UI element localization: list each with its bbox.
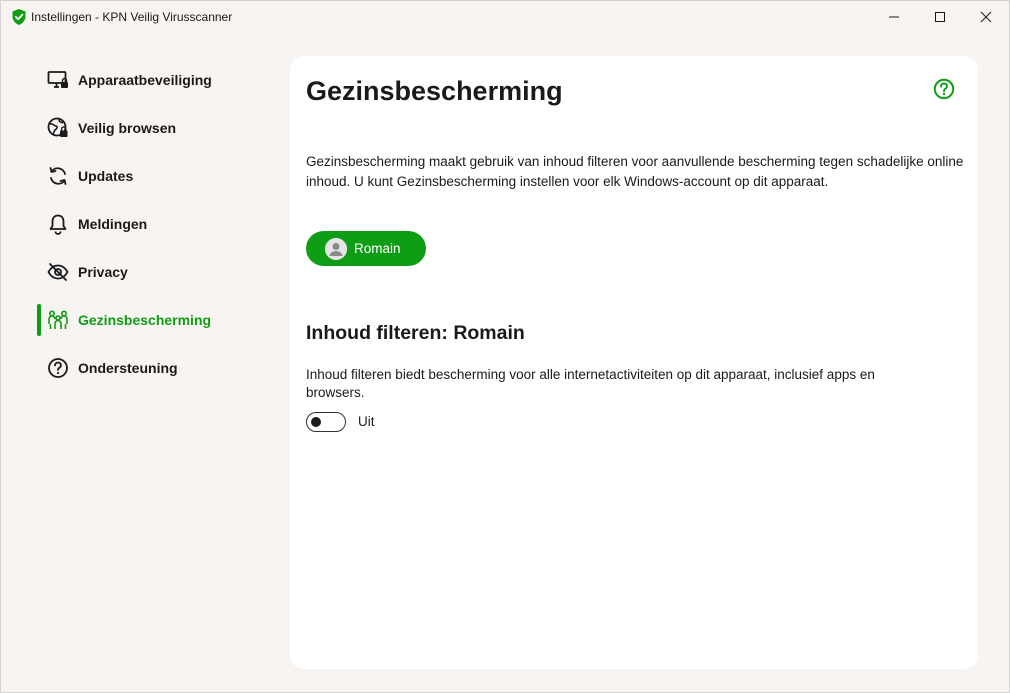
sidebar-item-label: Updates (78, 168, 134, 184)
family-icon (47, 309, 69, 331)
sidebar-item-meldingen[interactable]: Meldingen (37, 200, 277, 248)
maximize-button[interactable] (917, 1, 963, 33)
user-name: Romain (354, 241, 401, 256)
user-avatar-icon (325, 237, 347, 260)
globe-lock-icon (47, 117, 69, 139)
eye-off-icon (47, 261, 69, 283)
question-icon (47, 357, 69, 379)
monitor-lock-icon (47, 69, 69, 91)
shield-check-icon (11, 8, 27, 26)
maximize-icon (935, 12, 945, 22)
sidebar-nav: Apparaatbeveiliging Veilig browsen Updat… (37, 56, 277, 392)
minimize-icon (889, 16, 899, 18)
page-title: Gezinsbescherming (306, 76, 563, 106)
sidebar-item-label: Apparaatbeveiliging (78, 72, 212, 88)
section-title: Inhoud filteren: Romain (306, 322, 525, 344)
title-bar: Instellingen - KPN Veilig Virusscanner (1, 1, 1009, 33)
sidebar-item-ondersteuning[interactable]: Ondersteuning (37, 344, 277, 392)
bell-icon (47, 213, 69, 235)
content-card: Gezinsbescherming Gezinsbescherming maak… (290, 56, 978, 669)
intro-text: Gezinsbescherming maakt gebruik van inho… (306, 154, 964, 189)
sidebar-item-veilig-browsen[interactable]: Veilig browsen (37, 104, 277, 152)
sidebar-item-label: Gezinsbescherming (78, 312, 212, 328)
sidebar-item-label: Ondersteuning (78, 360, 178, 376)
window-title: Instellingen - KPN Veilig Virusscanner (31, 10, 233, 24)
app-window: Instellingen - KPN Veilig Virusscanner A… (0, 0, 1010, 693)
close-icon (980, 11, 992, 23)
toggle-state-label: Uit (358, 414, 375, 429)
close-button[interactable] (963, 1, 1009, 33)
refresh-icon (47, 165, 69, 187)
sidebar-item-apparaatbeveiliging[interactable]: Apparaatbeveiliging (37, 56, 277, 104)
user-account-button[interactable]: Romain (306, 231, 426, 266)
sidebar-item-privacy[interactable]: Privacy (37, 248, 277, 296)
sidebar-item-label: Veilig browsen (78, 120, 177, 136)
section-description: Inhoud filteren biedt bescherming voor a… (306, 367, 875, 400)
sidebar-item-label: Meldingen (78, 216, 148, 232)
sidebar-item-gezinsbescherming[interactable]: Gezinsbescherming (37, 296, 277, 344)
minimize-button[interactable] (871, 1, 917, 33)
sidebar-item-label: Privacy (78, 264, 128, 280)
sidebar-item-updates[interactable]: Updates (37, 152, 277, 200)
toggle-knob (311, 417, 321, 427)
help-icon[interactable] (933, 78, 955, 100)
content-filter-toggle[interactable] (306, 412, 346, 432)
